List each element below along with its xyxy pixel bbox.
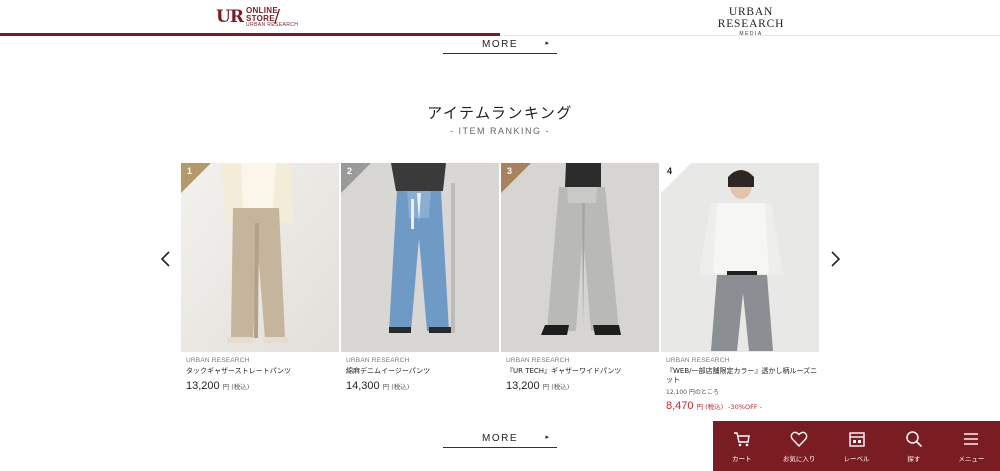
price-row: 8,470 円 (税込) -30%OFF -: [666, 400, 819, 412]
nav-menu[interactable]: メニュー: [943, 421, 1000, 471]
product-brand: URBAN RESEARCH: [666, 357, 730, 364]
heart-icon: [790, 430, 808, 448]
product-brand: URBAN RESEARCH: [346, 357, 410, 364]
price-row: 13,200 円 (税込): [506, 380, 659, 392]
rank-badge: [661, 163, 691, 193]
product-image[interactable]: 4: [661, 163, 819, 352]
cart-icon: [733, 430, 751, 448]
rank-badge: [181, 163, 211, 193]
more-button-top[interactable]: MORE ▸: [443, 36, 557, 54]
chevron-right-icon: [831, 251, 841, 267]
media-logo-sub: MEDIA: [739, 31, 763, 37]
nav-label: お気に入り: [782, 454, 816, 463]
product-name[interactable]: 綿麻デニムイージーパンツ: [346, 367, 499, 376]
logo-sub: URBAN RESEARCH: [245, 21, 299, 28]
nav-cart[interactable]: カート: [713, 421, 770, 471]
ranking-card[interactable]: 2 URBAN RESEARCH 綿麻デニムイージーパンツ 14,300 円 (…: [341, 163, 499, 392]
logo-slash-icon: /: [274, 6, 281, 27]
price-row: 13,200 円 (税込): [186, 380, 339, 392]
bottom-nav: カート お気に入り レーベル 探す メニュー: [713, 421, 1000, 471]
arrow-right-icon: ▸: [545, 433, 549, 441]
carousel-next-button[interactable]: [828, 250, 842, 268]
rank-number: 3: [507, 166, 513, 176]
product-name[interactable]: タックギャザーストレートパンツ: [186, 367, 339, 376]
product-brand: URBAN RESEARCH: [506, 357, 570, 364]
online-store-logo[interactable]: UR ONLINE STORE URBAN RESEARCH /: [216, 6, 298, 28]
search-icon: [905, 430, 923, 448]
product-price: 13,200: [186, 380, 220, 392]
rank-number: 4: [667, 166, 673, 176]
rank-badge: [341, 163, 371, 193]
ranking-card[interactable]: 1 URBAN RESEARCH タックギャザーストレートパンツ 13,200 …: [181, 163, 339, 392]
menu-icon: [962, 430, 980, 448]
site-header: UR ONLINE STORE URBAN RESEARCH / URBAN R…: [0, 0, 1000, 37]
nav-label-store[interactable]: レーベル: [828, 421, 885, 471]
nav-search[interactable]: 探す: [885, 421, 942, 471]
chevron-left-icon: [160, 251, 170, 267]
more-button-bottom[interactable]: MORE ▸: [443, 430, 557, 448]
nav-favorites[interactable]: お気に入り: [770, 421, 827, 471]
media-logo-main: URBAN RESEARCH: [717, 6, 785, 30]
rank-badge: [501, 163, 531, 193]
price-tax: 円 (税込): [382, 383, 410, 391]
product-name[interactable]: 『WEB/一部店舗限定カラー』透かし柄ルーズニット: [666, 367, 819, 385]
price-tax: 円 (税込): [542, 383, 570, 391]
nav-label: 探す: [907, 454, 921, 463]
product-image[interactable]: 2: [341, 163, 499, 352]
product-name[interactable]: 『UR TECH』ギャザーワイドパンツ: [506, 367, 659, 376]
more-label: MORE: [482, 39, 518, 50]
carousel-prev-button[interactable]: [159, 250, 173, 268]
media-logo[interactable]: URBAN RESEARCH MEDIA: [700, 6, 802, 37]
nav-label: カート: [731, 454, 752, 463]
product-image[interactable]: 3: [501, 163, 659, 352]
ranking-card[interactable]: 4 URBAN RESEARCH 『WEB/一部店舗限定カラー』透かし柄ルーズニ…: [661, 163, 819, 412]
price-row: 14,300 円 (税込): [346, 380, 499, 392]
ranking-card[interactable]: 3 URBAN RESEARCH 『UR TECH』ギャザーワイドパンツ 13,…: [501, 163, 659, 392]
discount-badge: -30%OFF -: [728, 403, 762, 411]
rank-number: 1: [187, 166, 193, 176]
product-image[interactable]: 1: [181, 163, 339, 352]
header-accent-bar: [0, 33, 500, 36]
label-store-icon: [848, 430, 866, 448]
original-price: 12,100 円のところ: [666, 389, 719, 396]
arrow-right-icon: ▸: [545, 39, 549, 47]
nav-label: レーベル: [843, 454, 870, 463]
product-price: 14,300: [346, 380, 380, 392]
price-tax: 円 (税込): [222, 383, 250, 391]
logo-mark: UR: [216, 6, 244, 27]
ranking-subtitle: - ITEM RANKING -: [450, 126, 550, 136]
product-brand: URBAN RESEARCH: [186, 357, 250, 364]
sale-price: 8,470: [666, 400, 694, 412]
ranking-title: アイテムランキング: [427, 104, 573, 122]
rank-number: 2: [347, 166, 353, 176]
more-label: MORE: [482, 433, 518, 444]
product-price: 13,200: [506, 380, 540, 392]
nav-label: メニュー: [958, 454, 985, 463]
price-tax: 円 (税込): [696, 403, 724, 411]
